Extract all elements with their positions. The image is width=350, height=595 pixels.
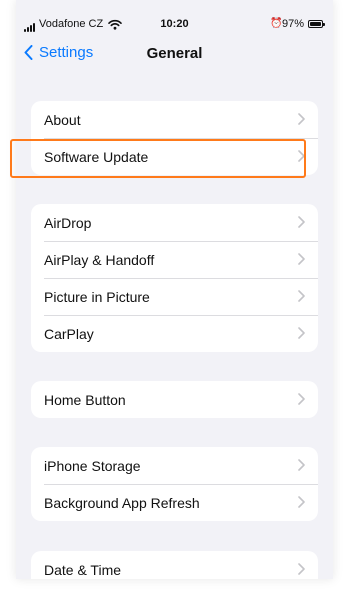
list-item-about[interactable]: About (31, 101, 318, 138)
item-label: Home Button (44, 391, 126, 408)
phone-screen: Vodafone CZ 10:20 ⏰ 97% Settings General… (16, 0, 333, 579)
chevron-right-icon (298, 496, 305, 508)
chevron-right-icon (298, 393, 305, 405)
settings-group-home-button: Home Button (31, 381, 318, 418)
list-item-iphone-storage[interactable]: iPhone Storage (31, 447, 318, 484)
chevron-right-icon (298, 216, 305, 228)
chevron-right-icon (298, 459, 305, 471)
battery-icon (308, 20, 325, 28)
list-item-airdrop[interactable]: AirDrop (31, 204, 318, 241)
list-item-background-app-refresh[interactable]: Background App Refresh (31, 484, 318, 521)
item-label: About (44, 111, 81, 128)
highlight-box-software-update (10, 139, 306, 178)
chevron-right-icon (298, 563, 305, 575)
status-bar: Vodafone CZ 10:20 ⏰ 97% (16, 0, 333, 44)
list-item-airplay-handoff[interactable]: AirPlay & Handoff (31, 241, 318, 278)
item-label: CarPlay (44, 325, 94, 342)
battery-percentage: 97% (282, 18, 305, 30)
navigation-bar: Settings General (16, 44, 333, 78)
settings-group-date-time: Date & Time (31, 551, 318, 579)
page-title: General (146, 45, 203, 62)
chevron-right-icon (298, 327, 305, 339)
list-item-date-time[interactable]: Date & Time (31, 551, 318, 579)
item-label: iPhone Storage (44, 457, 141, 474)
chevron-right-icon (298, 113, 305, 125)
list-item-picture-in-picture[interactable]: Picture in Picture (31, 278, 318, 315)
item-label: Date & Time (44, 561, 122, 578)
settings-group-storage: iPhone Storage Background App Refresh (31, 447, 318, 521)
list-item-home-button[interactable]: Home Button (31, 381, 318, 418)
list-item-carplay[interactable]: CarPlay (31, 315, 318, 352)
chevron-right-icon (298, 290, 305, 302)
battery-fill (310, 22, 321, 26)
item-label: Background App Refresh (44, 494, 200, 511)
settings-group-connectivity: AirDrop AirPlay & Handoff Picture in Pic… (31, 204, 318, 352)
chevron-right-icon (298, 253, 305, 265)
item-label: Picture in Picture (44, 288, 150, 305)
item-label: AirDrop (44, 214, 92, 231)
item-label: AirPlay & Handoff (44, 251, 155, 268)
alarm-icon: ⏰ (270, 18, 283, 29)
